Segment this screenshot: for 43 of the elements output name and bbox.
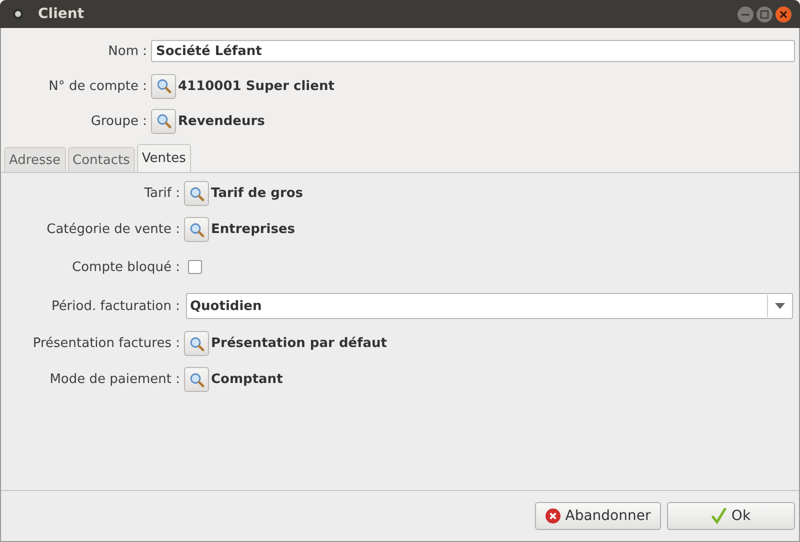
- field-label: Nom :: [107, 44, 148, 58]
- field-value: 4110001 Super client: [178, 78, 334, 94]
- search-icon: [188, 186, 204, 202]
- field-label: N° de compte :: [48, 78, 148, 94]
- tab[interactable]: Contacts: [68, 147, 135, 172]
- field-value: Entreprises: [211, 222, 296, 237]
- field-value: Tarif de gros: [211, 186, 304, 201]
- field-value: Présentation par défaut: [211, 336, 387, 351]
- search-button[interactable]: [151, 74, 176, 98]
- field-label: Présentation factures :: [32, 336, 181, 351]
- search-icon: [188, 222, 204, 238]
- window-title: Client: [38, 6, 84, 22]
- search-button[interactable]: [184, 331, 209, 356]
- dropdown[interactable]: Quotidien: [186, 293, 793, 319]
- close-button[interactable]: [775, 6, 792, 22]
- field-label: Tarif :: [143, 186, 181, 201]
- search-button[interactable]: [184, 367, 209, 392]
- cancel-button[interactable]: Abandonner: [535, 502, 661, 530]
- tab[interactable]: Adresse: [4, 147, 66, 172]
- field-label: Périod. facturation :: [50, 298, 181, 314]
- search-icon: [188, 372, 204, 388]
- field-value: Comptant: [211, 372, 283, 387]
- checkbox[interactable]: [188, 260, 202, 274]
- caret-icon: [775, 303, 785, 309]
- tab[interactable]: Ventes: [136, 144, 191, 172]
- minimize-button[interactable]: [737, 6, 754, 22]
- maximize-button[interactable]: [756, 6, 773, 22]
- field-label: Groupe :: [90, 114, 148, 128]
- search-button[interactable]: [151, 108, 176, 134]
- ok-button[interactable]: Ok: [667, 502, 795, 530]
- search-icon: [156, 113, 172, 129]
- search-icon: [188, 336, 204, 352]
- field-value: Revendeurs: [178, 114, 265, 128]
- app-icon: [12, 8, 24, 20]
- field-label: Mode de paiement :: [48, 372, 181, 387]
- checkmark-icon: [711, 508, 728, 524]
- field-label: Catégorie de vente :: [46, 222, 181, 237]
- field-label: Compte bloqué :: [71, 260, 181, 274]
- search-button[interactable]: [184, 181, 209, 206]
- text-field[interactable]: Société Léfant: [151, 40, 795, 62]
- search-icon: [156, 78, 172, 94]
- search-button[interactable]: [184, 217, 209, 242]
- cancel-icon: [545, 508, 562, 524]
